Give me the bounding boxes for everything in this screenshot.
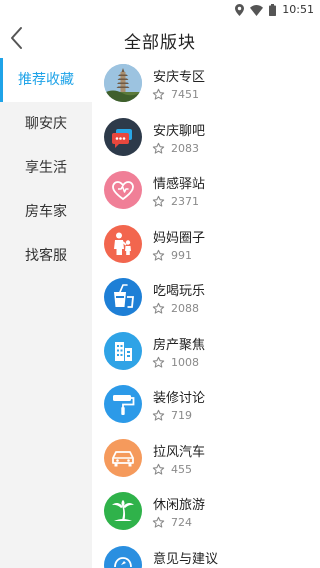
sidebar-item-lifestyle[interactable]: 享生活	[0, 146, 92, 190]
forum-name: 拉风汽车	[153, 444, 206, 460]
sidebar-item-home-car[interactable]: 房车家	[0, 190, 92, 234]
battery-icon	[269, 4, 277, 16]
chat-bubbles-icon	[104, 117, 142, 156]
forum-stat: 991	[152, 249, 192, 262]
forum-name: 装修讨论	[153, 391, 206, 406]
star-icon	[152, 142, 165, 154]
pagoda-photo-icon	[104, 64, 142, 102]
page-title: 全部版块	[124, 33, 196, 53]
drink-cup-icon	[104, 278, 142, 316]
forum-count: 455	[171, 462, 192, 476]
forum-row[interactable]: 休闲旅游 724	[92, 486, 320, 540]
forum-name: 情感驿站	[153, 177, 206, 192]
car-icon	[104, 438, 142, 477]
star-icon	[152, 88, 165, 100]
forum-stat: 724	[152, 516, 192, 529]
forum-name: 安庆专区	[153, 70, 206, 85]
forum-row[interactable]: 装修讨论 719	[92, 379, 320, 433]
star-icon	[152, 356, 165, 368]
forum-row[interactable]: 意见与建议	[92, 540, 320, 568]
forum-stat: 7451	[152, 88, 199, 101]
forum-count: 7451	[171, 88, 199, 101]
star-icon	[152, 249, 165, 261]
sidebar-item-label: 房车家	[25, 204, 67, 220]
forum-stat: 2371	[152, 195, 199, 208]
sidebar-item-label: 享生活	[25, 160, 67, 176]
forum-row[interactable]: 吃喝玩乐 2088	[92, 272, 320, 326]
forum-name: 安庆聊吧	[153, 123, 206, 139]
sidebar-item-chat-anqing[interactable]: 聊安庆	[0, 102, 92, 146]
forum-count: 2083	[171, 141, 199, 155]
sidebar-item-label: 聊安庆	[25, 116, 67, 132]
forum-count: 1008	[171, 355, 199, 369]
forum-stat: 455	[152, 463, 192, 476]
forum-count: 991	[171, 248, 192, 262]
buildings-icon	[104, 331, 142, 370]
forum-count: 2088	[171, 302, 199, 315]
sidebar-item-recommended[interactable]: 推荐收藏	[0, 58, 92, 102]
palm-tree-icon	[104, 492, 142, 530]
forum-row[interactable]: 安庆专区 7451	[92, 58, 320, 112]
header: 全部版块	[0, 20, 320, 56]
forum-stat: 1008	[152, 356, 199, 369]
feedback-icon	[104, 545, 142, 568]
sidebar-item-customer-service[interactable]: 找客服	[0, 234, 92, 278]
star-icon	[152, 302, 165, 314]
forum-count: 719	[171, 409, 192, 422]
forum-stat: 2088	[152, 302, 199, 315]
forum-row[interactable]: 安庆聊吧 2083	[92, 112, 320, 166]
forum-count: 724	[171, 516, 192, 529]
forum-name: 吃喝玩乐	[153, 284, 206, 299]
star-icon	[152, 516, 165, 528]
star-icon	[152, 463, 165, 475]
forum-row[interactable]: 妈妈圈子 991	[92, 219, 320, 273]
forum-row[interactable]: 情感驿站 2371	[92, 165, 320, 219]
forum-name: 房产聚焦	[153, 337, 206, 353]
forum-name: 休闲旅游	[153, 498, 206, 513]
forum-name: 妈妈圈子	[153, 230, 206, 246]
forum-list: 安庆专区 7451 安庆聊吧 2083 情感驿站 2371 妈妈圈子 991 吃…	[92, 58, 320, 568]
paint-roller-icon	[104, 385, 142, 423]
forum-row[interactable]: 房产聚焦 1008	[92, 326, 320, 380]
forum-stat: 719	[152, 409, 192, 422]
forum-row[interactable]: 拉风汽车 455	[92, 433, 320, 487]
status-bar: 10:51	[0, 0, 320, 20]
star-icon	[152, 195, 165, 207]
sidebar-item-label: 推荐收藏	[18, 72, 74, 88]
forum-count: 2371	[171, 195, 199, 208]
category-sidebar: 推荐收藏 聊安庆 享生活 房车家 找客服	[0, 58, 92, 568]
heart-icon	[104, 171, 142, 209]
status-time: 10:51	[282, 3, 314, 16]
mother-child-icon	[104, 224, 142, 263]
status-icons: 10:51	[235, 3, 314, 17]
star-icon	[152, 409, 165, 421]
sidebar-item-label: 找客服	[25, 248, 67, 264]
forum-stat: 2083	[152, 142, 199, 155]
wifi-icon	[250, 4, 264, 16]
forum-name: 意见与建议	[153, 551, 219, 567]
location-icon	[235, 4, 245, 16]
